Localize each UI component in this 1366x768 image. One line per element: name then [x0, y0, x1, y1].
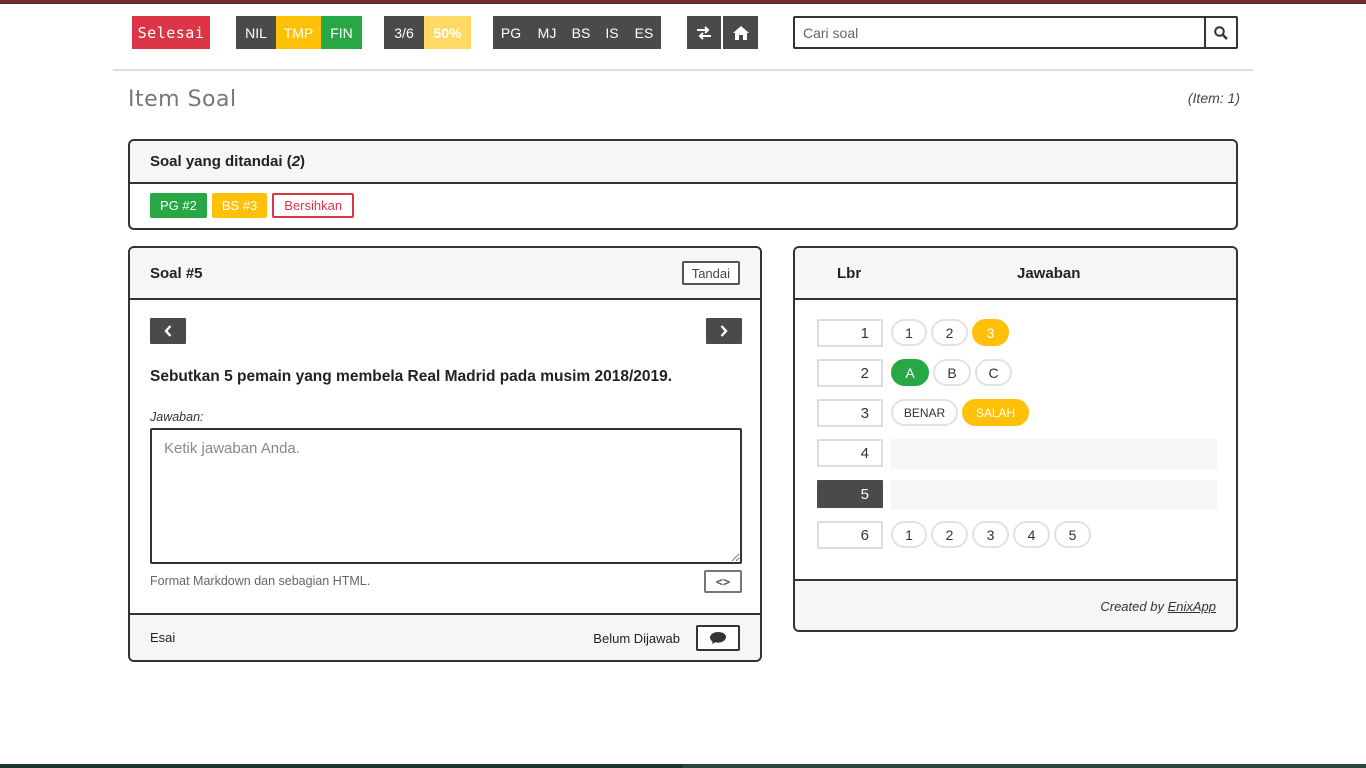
question-footer: Esai Belum Dijawab — [130, 613, 760, 660]
type-filter-es-button[interactable]: ES — [627, 16, 661, 49]
answer-option[interactable]: 1 — [891, 319, 927, 346]
home-icon — [732, 25, 749, 40]
answer-option[interactable]: C — [975, 359, 1012, 386]
answer-label: Jawaban: — [150, 410, 204, 424]
answer-option-selected[interactable]: 3 — [972, 319, 1009, 346]
question-number-6[interactable]: 6 — [817, 521, 883, 549]
answer-sheet-footer: Created by EnixApp — [795, 579, 1236, 630]
type-filter-bs-button[interactable]: BS — [565, 16, 597, 49]
essay-answer-placeholder — [891, 480, 1217, 510]
answer-row: 4 — [817, 439, 1217, 469]
code-icon: <> — [715, 574, 731, 589]
marked-questions-title: Soal yang ditandai ( — [150, 153, 292, 170]
answer-row: 1 1 2 3 — [817, 319, 1217, 347]
answer-option[interactable]: 1 — [891, 521, 927, 548]
marked-questions-card: Soal yang ditandai (2) PG #2 BS #3 Bersi… — [128, 139, 1238, 230]
answer-option[interactable]: 2 — [931, 319, 968, 346]
question-text: Sebutkan 5 pemain yang membela Real Madr… — [150, 368, 673, 385]
answer-option[interactable]: 5 — [1054, 521, 1091, 548]
comment-icon — [710, 632, 726, 644]
answer-option-selected[interactable]: SALAH — [962, 399, 1029, 426]
top-accent-bar — [0, 0, 1366, 4]
progress-bar-fill — [0, 764, 683, 768]
chevron-left-icon — [164, 325, 172, 337]
answer-sheet-header: Lbr Jawaban — [795, 248, 1236, 300]
question-number-2[interactable]: 2 — [817, 359, 883, 387]
question-number-3[interactable]: 3 — [817, 399, 883, 427]
filter-fin-button[interactable]: FIN — [321, 16, 362, 49]
answer-status: Belum Dijawab — [593, 631, 680, 646]
item-count: (Item: 1) — [1187, 90, 1240, 106]
answer-row: 6 1 2 3 4 5 — [817, 521, 1217, 549]
answer-row: 2 A B C — [817, 359, 1217, 387]
progress-percent: 50% — [424, 16, 471, 49]
question-header: Soal #5 Tandai — [130, 248, 760, 300]
answer-row: 3 BENAR SALAH — [817, 399, 1217, 427]
answer-option-selected[interactable]: A — [891, 359, 929, 386]
prev-question-button[interactable] — [150, 318, 186, 344]
answer-option[interactable]: BENAR — [891, 399, 958, 426]
filter-tmp-button[interactable]: TMP — [276, 16, 321, 49]
answer-option[interactable]: 4 — [1013, 521, 1050, 548]
col-answer-header: Jawaban — [1017, 265, 1081, 282]
essay-answer-placeholder — [891, 439, 1217, 469]
search-icon — [1214, 25, 1228, 40]
clear-marked-button[interactable]: Bersihkan — [272, 193, 355, 218]
marked-questions-header: Soal yang ditandai (2) — [130, 141, 1236, 184]
type-filter-mj-button[interactable]: MJ — [529, 16, 565, 49]
mark-question-button[interactable]: Tandai — [681, 261, 740, 285]
answer-row: 5 — [817, 480, 1217, 510]
finish-button[interactable]: Selesai — [132, 16, 210, 49]
question-number-4[interactable]: 4 — [817, 439, 883, 467]
comment-button[interactable] — [696, 625, 740, 651]
col-number-header: Lbr — [837, 265, 862, 282]
progress-bar-track — [0, 764, 1366, 768]
credit-link[interactable]: EnixApp — [1168, 599, 1216, 614]
shuffle-button[interactable] — [687, 16, 721, 49]
question-title: Soal #5 — [150, 264, 203, 282]
chevron-right-icon — [720, 325, 728, 337]
marked-tag-pg-2[interactable]: PG #2 — [150, 193, 207, 218]
marked-tag-bs-3[interactable]: BS #3 — [211, 193, 268, 218]
search-button[interactable] — [1204, 18, 1236, 47]
credit-prefix: Created by — [1100, 599, 1164, 614]
question-number-5-current[interactable]: 5 — [817, 480, 883, 508]
search-input[interactable] — [795, 18, 1205, 47]
question-card: Soal #5 Tandai Sebutkan 5 pemain yang me… — [128, 246, 762, 662]
answer-textarea[interactable] — [150, 428, 742, 564]
type-filter-pg-button[interactable]: PG — [493, 16, 529, 49]
credit-text: Created by EnixApp — [1100, 599, 1216, 614]
page-title: Item Soal — [128, 87, 237, 112]
search-box — [793, 16, 1238, 49]
answer-option[interactable]: 3 — [972, 521, 1009, 548]
filter-nil-button[interactable]: NIL — [236, 16, 276, 49]
answer-option[interactable]: B — [933, 359, 971, 386]
answer-sheet-card: Lbr Jawaban 1 1 2 3 2 A B C 3 BENAR SALA… — [793, 246, 1238, 632]
progress-count: 3/6 — [384, 16, 424, 49]
format-note: Format Markdown dan sebagian HTML. — [150, 574, 371, 588]
next-question-button[interactable] — [706, 318, 742, 344]
marked-questions-title-end: ) — [300, 153, 306, 170]
code-preview-button[interactable]: <> — [704, 570, 742, 593]
swap-arrows-icon — [697, 25, 711, 40]
marked-tags: PG #2 BS #3 Bersihkan — [130, 184, 1236, 218]
marked-questions-count: 2 — [291, 153, 301, 170]
home-button[interactable] — [723, 16, 758, 49]
header-divider — [113, 69, 1253, 71]
question-type: Esai — [150, 630, 176, 645]
type-filter-is-button[interactable]: IS — [597, 16, 627, 49]
answer-option[interactable]: 2 — [931, 521, 968, 548]
question-number-1[interactable]: 1 — [817, 319, 883, 347]
